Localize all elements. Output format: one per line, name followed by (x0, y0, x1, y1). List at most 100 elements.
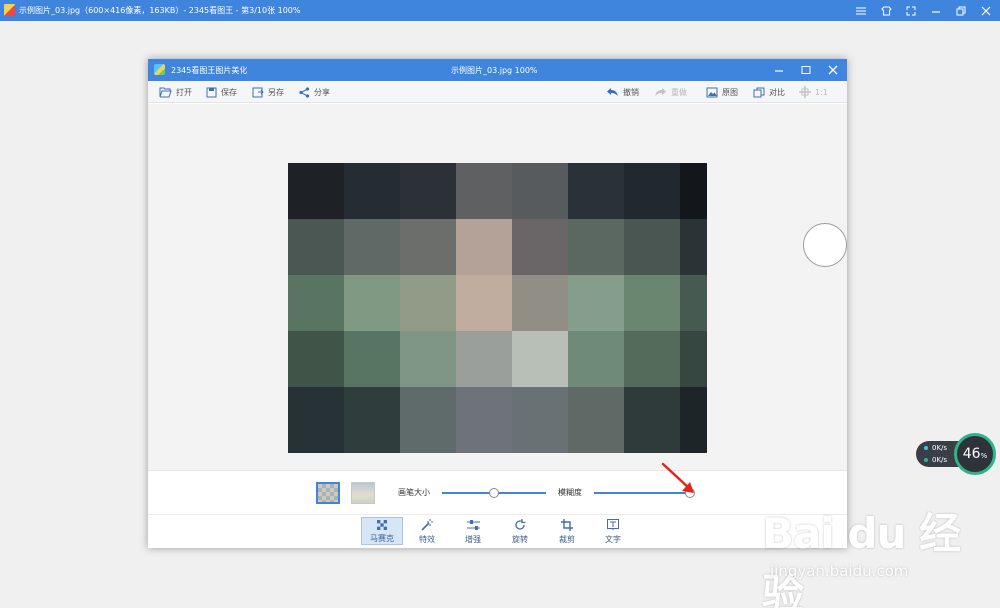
open-button[interactable]: 打开 (159, 84, 192, 100)
tool-crop[interactable]: 裁剪 (546, 517, 588, 545)
actual-size-button[interactable]: 1:1 (799, 84, 828, 100)
brush-size-slider[interactable] (442, 488, 546, 498)
mosaic-row (288, 331, 707, 387)
save-as-button[interactable]: 另存 (252, 84, 284, 100)
undo-icon (607, 88, 618, 96)
image-canvas[interactable] (148, 104, 847, 470)
mosaic-cell (400, 387, 456, 443)
minimize-icon[interactable] (930, 4, 942, 18)
upload-speed-value: 0K/s (932, 444, 948, 452)
mosaic-cell (624, 387, 680, 443)
open-label: 打开 (176, 87, 192, 97)
mosaic-cell (512, 443, 568, 453)
mosaic-cell (568, 387, 624, 443)
tool-effects[interactable]: 特效 (406, 517, 448, 545)
compare-button[interactable]: 对比 (753, 84, 785, 100)
share-icon (299, 86, 310, 98)
memory-usage-ring[interactable]: 46% (954, 433, 996, 475)
editor-file-title: 示例图片_03.jpg 100% (451, 66, 538, 75)
compare-icon (753, 87, 765, 97)
move-icon (799, 86, 811, 98)
fullscreen-icon[interactable] (905, 4, 917, 18)
save-button[interactable]: 保存 (206, 84, 237, 100)
mosaic-style-pixel[interactable] (316, 482, 340, 504)
share-button[interactable]: 分享 (299, 84, 330, 100)
save-label: 保存 (221, 87, 237, 97)
editor-toolbar: 打开 保存 另存 分享 撤销 重做 原图 对比 1:1 (148, 81, 847, 103)
next-image-button[interactable] (803, 223, 847, 267)
editor-title-bar: 2345看图王图片美化 示例图片_03.jpg 100% (148, 59, 847, 81)
tool-mosaic-label: 马赛克 (370, 534, 394, 543)
editor-close-icon[interactable] (827, 62, 839, 78)
mosaic-icon (377, 520, 387, 530)
actual-size-label: 1:1 (815, 87, 828, 97)
redo-button[interactable]: 重做 (654, 84, 687, 100)
mosaic-cell (512, 163, 568, 219)
mosaic-cell (288, 275, 344, 331)
skin-icon[interactable] (880, 4, 892, 18)
mosaic-cell (680, 219, 707, 275)
mosaic-cell (456, 219, 512, 275)
original-button[interactable]: 原图 (706, 84, 738, 100)
rotate-icon (515, 519, 526, 530)
save-as-icon (252, 87, 264, 97)
mosaic-image[interactable] (288, 163, 707, 453)
close-icon[interactable] (980, 4, 992, 18)
editor-minimize-icon[interactable] (773, 62, 785, 78)
mosaic-row (288, 387, 707, 443)
tool-rotate[interactable]: 旋转 (499, 517, 541, 545)
mosaic-cell (680, 443, 707, 453)
save-as-label: 另存 (268, 87, 284, 97)
mosaic-cell (288, 331, 344, 387)
compare-label: 对比 (769, 87, 785, 97)
mosaic-cell (568, 443, 624, 453)
mosaic-style-blur[interactable] (351, 482, 375, 504)
mosaic-cell (568, 219, 624, 275)
net-speed-widget[interactable]: 0K/s 0K/s 46% (916, 433, 1000, 475)
upload-arrow-icon (924, 446, 928, 450)
download-speed-value: 0K/s (932, 456, 948, 464)
mosaic-options: 画笔大小 模糊度 (148, 471, 847, 515)
mosaic-cell (568, 331, 624, 387)
mosaic-cell (344, 443, 400, 453)
mosaic-cell (288, 387, 344, 443)
mosaic-cell (624, 443, 680, 453)
mosaic-cell (456, 163, 512, 219)
mosaic-cell (344, 219, 400, 275)
memory-percent: 46 (962, 446, 981, 462)
mosaic-cell (624, 331, 680, 387)
tool-text-label: 文字 (605, 535, 621, 544)
restore-icon[interactable] (955, 4, 967, 18)
red-arrow-annotation (661, 462, 694, 493)
blur-label: 模糊度 (558, 488, 582, 497)
mosaic-cell (400, 219, 456, 275)
undo-button[interactable]: 撤销 (606, 84, 639, 100)
image-editor-window: 2345看图王图片美化 示例图片_03.jpg 100% 打开 保存 另存 分享… (148, 59, 847, 548)
tool-enhance[interactable]: 增强 (452, 517, 494, 545)
mosaic-cell (568, 275, 624, 331)
mosaic-cell (456, 443, 512, 453)
mosaic-row (288, 163, 707, 219)
magic-wand-icon (421, 519, 433, 531)
download-speed: 0K/s (924, 456, 947, 464)
tool-text[interactable]: 文字 (592, 517, 634, 545)
menu-icon[interactable] (855, 4, 867, 18)
mosaic-cell (624, 275, 680, 331)
mosaic-row (288, 219, 707, 275)
mosaic-row (288, 443, 707, 453)
mosaic-cell (624, 163, 680, 219)
app-logo-icon (4, 4, 15, 16)
mosaic-cell (400, 163, 456, 219)
mosaic-cell (512, 275, 568, 331)
mosaic-cell (456, 331, 512, 387)
editor-maximize-icon[interactable] (800, 62, 812, 78)
watermark-logo: Bai du 经验 (762, 509, 961, 608)
brush-size-knob[interactable] (489, 488, 499, 498)
sliders-icon (466, 520, 480, 530)
mosaic-cell (680, 387, 707, 443)
tool-mosaic[interactable]: 马赛克 (361, 517, 403, 545)
mosaic-cell (400, 443, 456, 453)
editor-logo-icon (154, 64, 165, 75)
mosaic-cell (512, 331, 568, 387)
save-icon (206, 87, 217, 97)
